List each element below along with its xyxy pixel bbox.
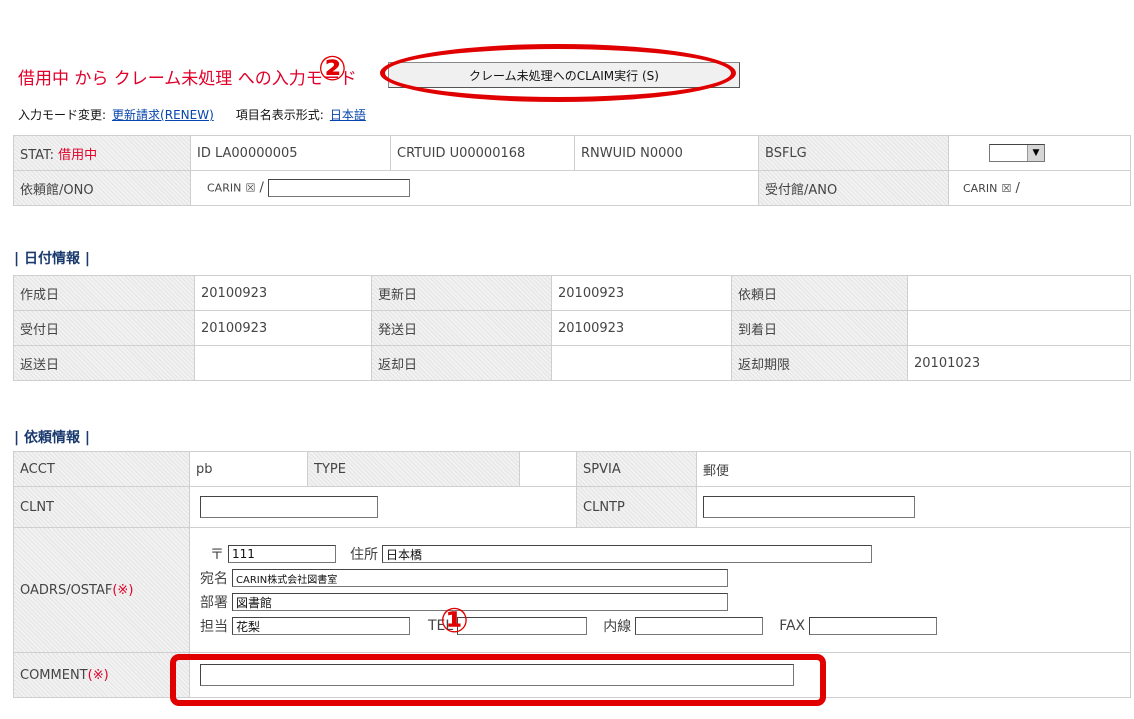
dept-input[interactable] [232, 593, 728, 611]
postal-input[interactable] [228, 545, 336, 563]
ano-slash: / [1015, 180, 1020, 196]
stat-label: STAT: [20, 147, 54, 163]
table-row: 受付日 20100923 発送日 20100923 到着日 [13, 310, 1131, 346]
contact-row: 担当 TEL 内線 FAX [200, 614, 1124, 638]
ono-prefix: CARIN [207, 181, 242, 195]
comment-label-cell: COMMENT(※) [13, 652, 190, 698]
clntp-cell [696, 486, 1131, 528]
request-heading: | 依頼情報 | [14, 430, 90, 446]
ono-label: 依頼館/ONO [13, 170, 191, 206]
stat-cell: STAT: 借用中 [13, 135, 191, 171]
recipient-label: 宛名 [200, 571, 228, 587]
updated-date-value: 20100923 [551, 275, 732, 311]
recipient-input[interactable] [232, 569, 728, 587]
comment-cell [189, 652, 1131, 698]
chevron-down-icon: ▼ [1027, 145, 1044, 161]
page-title: 借用中 から クレーム未処理 への入力モード [18, 69, 357, 89]
stat-value: 借用中 [58, 147, 98, 163]
comment-label: COMMENT [20, 667, 88, 683]
summary-table: STAT: 借用中 ID LA00000005 CRTUID U00000168… [13, 135, 1131, 206]
ono-slash: / [259, 180, 264, 196]
dept-row: 部署 [200, 590, 1124, 614]
mode-row: 入力モード変更: 更新請求(RENEW) 項目名表示形式: 日本語 [18, 106, 366, 123]
request-table: ACCT pb TYPE SPVIA 郵便 CLNT CLNTP OADRS/O… [13, 451, 1131, 698]
ano-prefix: CARIN [963, 181, 998, 195]
ext-input[interactable] [635, 617, 764, 635]
created-date-value: 20100923 [194, 275, 372, 311]
oadrs-label-cell: OADRS/OSTAF(※) [13, 527, 190, 653]
arrival-date-value [907, 310, 1131, 346]
arrival-date-label: 到着日 [731, 310, 908, 346]
request-date-label: 依頼日 [731, 275, 908, 311]
ano-cell: CARIN ☒ / [948, 170, 1131, 206]
comment-input[interactable] [200, 664, 794, 686]
returned-date-label: 返却日 [371, 345, 552, 381]
bsflg-select[interactable]: ▼ [989, 144, 1045, 162]
postal-row: 〒 住所 [200, 542, 1124, 566]
return-due-label: 返却期限 [731, 345, 908, 381]
shipped-date-label: 発送日 [371, 310, 552, 346]
ext-label: 内線 [603, 619, 632, 635]
acct-label: ACCT [13, 451, 190, 487]
person-input[interactable] [232, 617, 410, 635]
crtuid-value: CRTUID U00000168 [390, 135, 575, 171]
table-row: 返送日 返却日 返却期限 20101023 [13, 345, 1131, 381]
field-format-label: 項目名表示形式: [235, 108, 324, 122]
renew-mode-link[interactable]: 更新請求(RENEW) [112, 108, 214, 122]
address-label: 住所 [350, 547, 378, 563]
person-label: 担当 [200, 619, 228, 635]
request-date-value [907, 275, 1131, 311]
table-row: 作成日 20100923 更新日 20100923 依頼日 [13, 275, 1131, 311]
required-mark: (※) [112, 582, 134, 598]
rnwuid-value: RNWUID N0000 [574, 135, 759, 171]
tel-input[interactable] [457, 617, 588, 635]
postal-label: 〒 [210, 547, 224, 563]
id-value: ID LA00000005 [190, 135, 391, 171]
sent-back-date-label: 返送日 [13, 345, 195, 381]
mode-change-label: 入力モード変更: [18, 108, 107, 122]
required-mark: (※) [87, 667, 109, 683]
clntp-input[interactable] [703, 496, 915, 518]
updated-date-label: 更新日 [371, 275, 552, 311]
annotation-marker-1: ① [440, 601, 469, 641]
created-date-label: 作成日 [13, 275, 195, 311]
address-cell: 〒 住所 宛名 部署 担当 TEL 内線 FAX [189, 527, 1131, 653]
dept-label: 部署 [200, 595, 228, 611]
address-input[interactable] [382, 545, 872, 563]
clnt-cell [189, 486, 577, 528]
acct-value: pb [189, 451, 308, 487]
clntp-label: CLNTP [576, 486, 697, 528]
fax-input[interactable] [809, 617, 938, 635]
sent-back-date-value [194, 345, 372, 381]
fax-label: FAX [779, 618, 806, 634]
claim-execute-button[interactable]: クレーム未処理へのCLAIM実行 (S) [388, 62, 740, 88]
spvia-value: 郵便 [696, 451, 1131, 487]
checkbox-icon[interactable]: ☒ [245, 182, 255, 195]
annotation-marker-2: ② [318, 49, 347, 89]
checkbox-icon[interactable]: ☒ [1001, 182, 1011, 195]
oadrs-label: OADRS/OSTAF [20, 582, 113, 598]
japanese-format-link[interactable]: 日本語 [330, 108, 366, 122]
clnt-label: CLNT [13, 486, 190, 528]
type-label: TYPE [307, 451, 520, 487]
ono-input[interactable] [268, 179, 411, 197]
ano-label: 受付館/ANO [758, 170, 949, 206]
bsflg-cell: ▼ [948, 135, 1131, 171]
clnt-input[interactable] [200, 496, 378, 518]
type-value [519, 451, 577, 487]
dates-table: 作成日 20100923 更新日 20100923 依頼日 受付日 201009… [13, 275, 1131, 381]
return-due-value: 20101023 [907, 345, 1131, 381]
spvia-label: SPVIA [576, 451, 697, 487]
ono-cell: CARIN ☒ / [190, 170, 759, 206]
returned-date-value [551, 345, 732, 381]
dates-heading: | 日付情報 | [14, 251, 90, 267]
received-date-value: 20100923 [194, 310, 372, 346]
bsflg-label: BSFLG [758, 135, 949, 171]
received-date-label: 受付日 [13, 310, 195, 346]
shipped-date-value: 20100923 [551, 310, 732, 346]
recipient-row: 宛名 [200, 566, 1124, 590]
